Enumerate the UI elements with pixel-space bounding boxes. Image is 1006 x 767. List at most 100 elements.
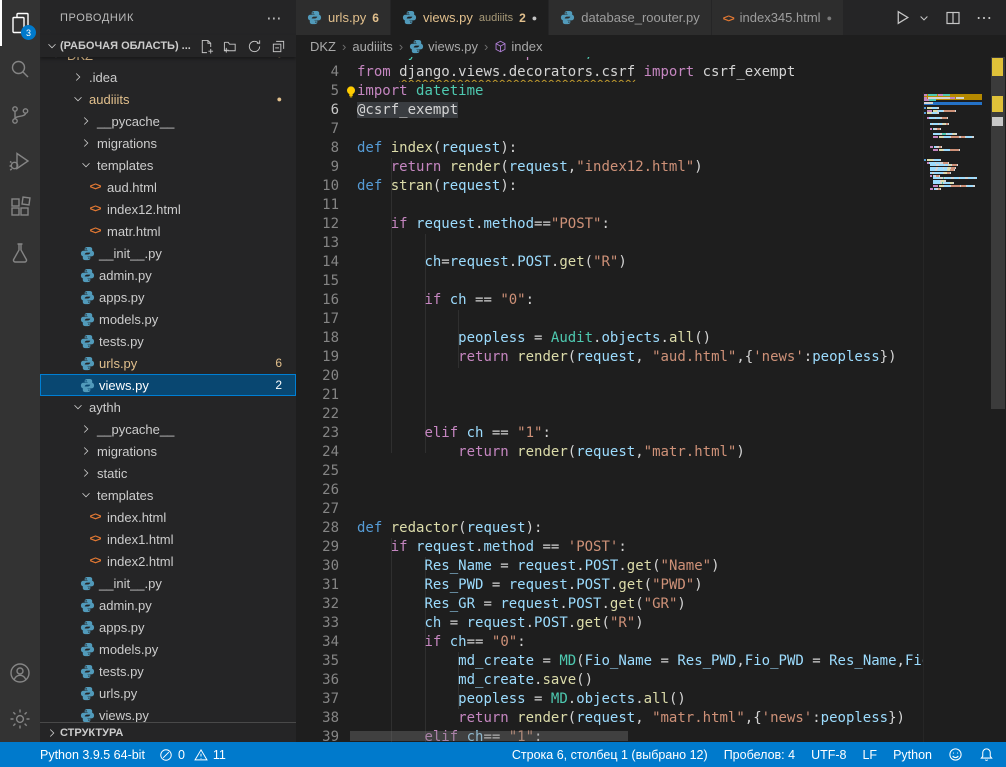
code-line-13[interactable]: 13: [296, 234, 1006, 253]
code-line-24[interactable]: 24 return render(request,"matr.html"): [296, 443, 1006, 462]
tree-item-admin.py[interactable]: admin.py: [40, 594, 296, 616]
settings-gear-icon[interactable]: [0, 696, 40, 742]
code-line-29[interactable]: 29 if request.method == 'POST':: [296, 538, 1006, 557]
tree-item-matr.html[interactable]: <>matr.html: [40, 220, 296, 242]
tree-item-migrations[interactable]: migrations: [40, 132, 296, 154]
vertical-scrollbar[interactable]: [990, 35, 1006, 742]
code-line-8[interactable]: 8def index(request):: [296, 139, 1006, 158]
tree-item-static[interactable]: static: [40, 462, 296, 484]
tree-item-models.py[interactable]: models.py: [40, 308, 296, 330]
tree-item-__pycache__[interactable]: __pycache__: [40, 418, 296, 440]
account-icon[interactable]: [0, 650, 40, 696]
refresh-icon[interactable]: [247, 39, 262, 54]
tree-item-index.html[interactable]: <>index.html: [40, 506, 296, 528]
tree-item-__init__.py[interactable]: __init__.py: [40, 242, 296, 264]
collapse-all-icon[interactable]: [271, 39, 286, 54]
encoding-item[interactable]: UTF-8: [803, 748, 854, 762]
code-line-22[interactable]: 22: [296, 405, 1006, 424]
breadcrumb-item-views.py[interactable]: views.py: [409, 39, 478, 54]
code-line-28[interactable]: 28def redactor(request):: [296, 519, 1006, 538]
run-dropdown-chevron-icon[interactable]: [918, 12, 930, 24]
tree-item-tests.py[interactable]: tests.py: [40, 330, 296, 352]
code-line-38[interactable]: 38 return render(request, "matr.html",{'…: [296, 709, 1006, 728]
tree-item-aythh[interactable]: aythh: [40, 396, 296, 418]
code-line-37[interactable]: 37 peopless = MD.objects.all(): [296, 690, 1006, 709]
code-line-15[interactable]: 15: [296, 272, 1006, 291]
code-line-23[interactable]: 23 elif ch == "1":: [296, 424, 1006, 443]
explorer-more-actions-icon[interactable]: ⋯: [266, 9, 282, 27]
testing-icon[interactable]: [0, 230, 40, 276]
cursor-position-item[interactable]: Строка 6, столбец 1 (выбрано 12): [504, 748, 716, 762]
source-control-icon[interactable]: [0, 92, 40, 138]
code-editor[interactable]: 3from aythh.models import MD,Audit4from …: [296, 35, 1006, 742]
new-folder-icon[interactable]: [223, 39, 238, 54]
explorer-icon[interactable]: 3: [0, 0, 40, 46]
search-icon[interactable]: [0, 46, 40, 92]
minimap[interactable]: [923, 92, 990, 742]
eol-item[interactable]: LF: [854, 748, 885, 762]
code-line-16[interactable]: 16 if ch == "0":: [296, 291, 1006, 310]
new-file-icon[interactable]: [199, 39, 214, 54]
dirty-dot-icon[interactable]: ●: [532, 13, 537, 23]
tree-item-__pycache__[interactable]: __pycache__: [40, 110, 296, 132]
problems-item[interactable]: 0 11: [152, 742, 233, 767]
code-line-19[interactable]: 19 return render(request, "aud.html",{'n…: [296, 348, 1006, 367]
code-line-35[interactable]: 35 md_create = MD(Fio_Name = Res_PWD,Fio…: [296, 652, 1006, 671]
code-line-6[interactable]: 6@csrf_exempt: [296, 101, 1006, 120]
horizontal-scrollbar[interactable]: [350, 731, 628, 741]
feedback-item[interactable]: [940, 747, 971, 762]
workspace-section-header[interactable]: (РАБОЧАЯ ОБЛАСТЬ) ...: [40, 35, 296, 57]
code-line-32[interactable]: 32 Res_GR = request.POST.get("GR"): [296, 595, 1006, 614]
indentation-item[interactable]: Пробелов: 4: [716, 748, 803, 762]
code-line-27[interactable]: 27: [296, 500, 1006, 519]
code-line-17[interactable]: 17: [296, 310, 1006, 329]
tree-item-apps.py[interactable]: apps.py: [40, 286, 296, 308]
code-line-14[interactable]: 14 ch=request.POST.get("R"): [296, 253, 1006, 272]
notifications-item[interactable]: [971, 747, 996, 762]
tree-item-audiiits[interactable]: audiiits●: [40, 88, 296, 110]
tree-item-templates[interactable]: templates: [40, 484, 296, 506]
code-line-12[interactable]: 12 if request.method=="POST":: [296, 215, 1006, 234]
tree-item-tests.py[interactable]: tests.py: [40, 660, 296, 682]
tree-item-__init__.py[interactable]: __init__.py: [40, 572, 296, 594]
code-line-26[interactable]: 26: [296, 481, 1006, 500]
code-line-34[interactable]: 34 if ch== "0":: [296, 633, 1006, 652]
tab-index345.html[interactable]: <>index345.html●: [712, 0, 844, 35]
code-line-5[interactable]: 5import datetime: [296, 82, 1006, 101]
code-line-31[interactable]: 31 Res_PWD = request.POST.get("PWD"): [296, 576, 1006, 595]
tree-item-urls.py[interactable]: urls.py6: [40, 352, 296, 374]
lightbulb-icon[interactable]: [344, 85, 358, 99]
tree-item-migrations[interactable]: migrations: [40, 440, 296, 462]
code-line-18[interactable]: 18 peopless = Audit.objects.all(): [296, 329, 1006, 348]
tree-item-index1.html[interactable]: <>index1.html: [40, 528, 296, 550]
dirty-dot-icon[interactable]: ●: [827, 13, 832, 23]
split-editor-icon[interactable]: [945, 10, 961, 26]
extensions-icon[interactable]: [0, 184, 40, 230]
tab-views.py[interactable]: views.pyaudiiits2●: [391, 0, 549, 35]
code-line-4[interactable]: 4from django.views.decorators.csrf impor…: [296, 63, 1006, 82]
code-line-36[interactable]: 36 md_create.save(): [296, 671, 1006, 690]
run-python-file-icon[interactable]: [894, 9, 911, 26]
tree-item-index12.html[interactable]: <>index12.html: [40, 198, 296, 220]
tree-item-apps.py[interactable]: apps.py: [40, 616, 296, 638]
tree-item-.idea[interactable]: .idea: [40, 66, 296, 88]
tab-urls.py[interactable]: urls.py6: [296, 0, 391, 35]
code-line-10[interactable]: 10def stran(request):: [296, 177, 1006, 196]
code-line-11[interactable]: 11: [296, 196, 1006, 215]
code-line-21[interactable]: 21: [296, 386, 1006, 405]
code-line-30[interactable]: 30 Res_Name = request.POST.get("Name"): [296, 557, 1006, 576]
tree-item-models.py[interactable]: models.py: [40, 638, 296, 660]
breadcrumb-item-audiiits[interactable]: audiiits: [352, 39, 392, 54]
code-line-33[interactable]: 33 ch = request.POST.get("R"): [296, 614, 1006, 633]
code-line-25[interactable]: 25: [296, 462, 1006, 481]
code-line-7[interactable]: 7: [296, 120, 1006, 139]
tree-item-index2.html[interactable]: <>index2.html: [40, 550, 296, 572]
code-line-20[interactable]: 20: [296, 367, 1006, 386]
code-line-9[interactable]: 9 return render(request,"index12.html"): [296, 158, 1006, 177]
python-interpreter-item[interactable]: Python 3.9.5 64-bit: [40, 742, 152, 767]
tree-item-admin.py[interactable]: admin.py: [40, 264, 296, 286]
tree-item-aud.html[interactable]: <>aud.html: [40, 176, 296, 198]
language-mode-item[interactable]: Python: [885, 748, 940, 762]
tree-item-views.py[interactable]: views.py2: [40, 374, 296, 396]
breadcrumb-item-index[interactable]: index: [494, 39, 542, 54]
